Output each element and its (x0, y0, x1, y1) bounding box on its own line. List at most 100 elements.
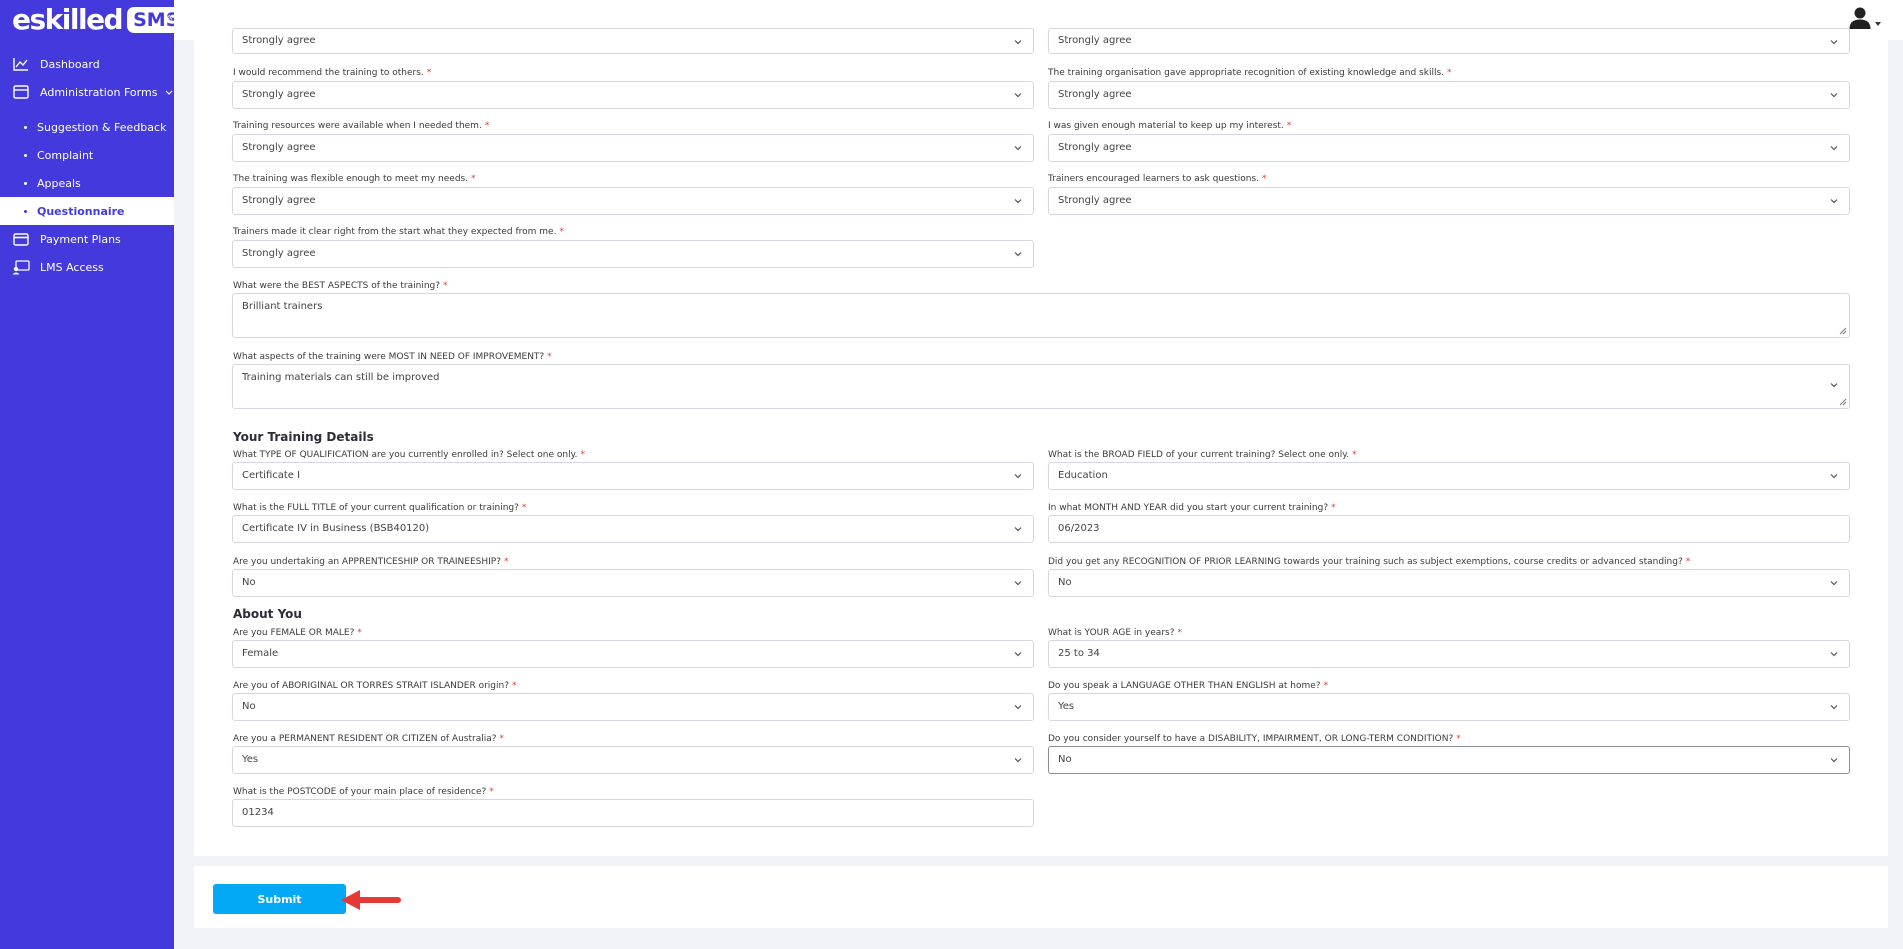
label-language: Do you speak a LANGUAGE OTHER THAN ENGLI… (1048, 681, 1329, 691)
sidebar-item-label: Administration Forms (40, 85, 158, 99)
select-value: Strongly agree (242, 142, 316, 153)
select-value: Strongly agree (1058, 195, 1132, 206)
caret-down-icon (1875, 11, 1881, 30)
sidebar-subitem-complaint[interactable]: Complaint (0, 141, 174, 169)
chevron-down-icon (1014, 40, 1022, 45)
select-top-left[interactable]: Strongly agree (232, 28, 1034, 54)
select-value: Strongly agree (242, 89, 316, 100)
bullet-icon (24, 181, 27, 185)
sidebar-subitem-suggestion-feedback[interactable]: Suggestion & Feedback (0, 113, 174, 141)
select-apprenticeship[interactable]: No (232, 569, 1034, 597)
select-language[interactable]: Yes (1048, 693, 1850, 721)
select-recognition[interactable]: Strongly agree (1048, 81, 1850, 109)
sidebar-item-lms-access[interactable]: LMS Access (0, 253, 174, 281)
select-value: Female (242, 648, 279, 659)
select-disability[interactable]: No (1048, 746, 1850, 774)
textarea-best-aspects[interactable]: Brilliant trainers (232, 293, 1850, 338)
select-resident[interactable]: Yes (232, 746, 1034, 774)
select-resources[interactable]: Strongly agree (232, 134, 1034, 162)
sidebar: eskilled SMS « Dashboard Administration … (0, 0, 186, 949)
select-value: Yes (1058, 701, 1075, 712)
label-clear: Trainers made it clear right from the st… (233, 227, 564, 237)
sidebar-item-dashboard[interactable]: Dashboard (0, 50, 174, 78)
section-title-training-details: Your Training Details (233, 430, 374, 444)
textarea-improvement[interactable]: Training materials can still be improved (232, 364, 1850, 409)
resize-grip-icon[interactable] (1838, 397, 1847, 406)
label-age: What is YOUR AGE in years? * (1048, 628, 1182, 638)
sidebar-subitem-label: Questionnaire (37, 204, 125, 218)
sidebar-subitem-label: Complaint (37, 148, 94, 162)
select-value: Education (1058, 470, 1108, 481)
chevron-down-icon (1014, 652, 1022, 657)
select-value: Strongly agree (1058, 142, 1132, 153)
chevron-down-icon (1830, 758, 1838, 763)
sidebar-subitem-appeals[interactable]: Appeals (0, 169, 174, 197)
label-improvement: What aspects of the training were MOST I… (233, 352, 552, 362)
chevron-down-icon (1830, 581, 1838, 586)
label-rpl: Did you get any RECOGNITION OF PRIOR LEA… (1048, 557, 1691, 567)
chevron-down-icon (1830, 93, 1838, 98)
select-value: No (242, 577, 256, 588)
label-best-aspects: What were the BEST ASPECTS of the traini… (233, 281, 448, 291)
chevron-down-icon (1830, 40, 1838, 45)
select-broad-field[interactable]: Education (1048, 462, 1850, 490)
user-menu[interactable] (1848, 6, 1881, 34)
select-qualification-type[interactable]: Certificate I (232, 462, 1034, 490)
select-flexible[interactable]: Strongly agree (232, 187, 1034, 215)
select-recommend[interactable]: Strongly agree (232, 81, 1034, 109)
select-value: Yes (242, 754, 259, 765)
textarea-value: Brilliant trainers (242, 301, 323, 312)
submit-card (194, 866, 1888, 928)
bullet-icon (24, 125, 27, 129)
select-gender[interactable]: Female (232, 640, 1034, 668)
brand-logo[interactable]: eskilled SMS (12, 3, 186, 36)
start-date-input[interactable]: 06/2023 (1048, 515, 1850, 543)
chevron-down-icon (1014, 93, 1022, 98)
chevron-down-icon (1830, 705, 1838, 710)
chevron-down-icon (1014, 581, 1022, 586)
input-value: 01234 (242, 807, 274, 818)
chevron-down-icon (1014, 705, 1022, 710)
chevron-down-icon (1830, 652, 1838, 657)
postcode-input[interactable]: 01234 (232, 799, 1034, 827)
label-resident: Are you a PERMANENT RESIDENT OR CITIZEN … (233, 734, 505, 744)
sidebar-item-administration-forms[interactable]: Administration Forms (0, 78, 174, 106)
label-apprenticeship: Are you undertaking an APPRENTICESHIP OR… (233, 557, 509, 567)
chevron-down-icon (1014, 758, 1022, 763)
textarea-value: Training materials can still be improved (242, 372, 440, 383)
label-material: I was given enough material to keep up m… (1048, 121, 1292, 131)
chevron-down-icon (1014, 474, 1022, 479)
select-material[interactable]: Strongly agree (1048, 134, 1850, 162)
select-value: No (1058, 577, 1072, 588)
monitor-user-icon (12, 258, 30, 276)
select-value: Strongly agree (1058, 35, 1132, 46)
select-value: Strongly agree (1058, 89, 1132, 100)
select-value: Certificate I (242, 470, 301, 481)
sidebar-item-label: Dashboard (40, 57, 100, 71)
brand-name: eskilled (12, 3, 124, 36)
resize-grip-icon[interactable] (1838, 326, 1847, 335)
sidebar-item-payment-plans[interactable]: Payment Plans (0, 225, 174, 253)
credit-card-icon (12, 230, 30, 248)
select-value: 25 to 34 (1058, 648, 1100, 659)
label-resources: Training resources were available when I… (233, 121, 490, 131)
input-value: 06/2023 (1058, 523, 1100, 534)
select-age[interactable]: 25 to 34 (1048, 640, 1850, 668)
label-recognition: The training organisation gave appropria… (1048, 68, 1452, 78)
chevron-down-icon (1014, 252, 1022, 257)
select-value: Certificate IV in Business (BSB40120) (242, 523, 430, 534)
select-value: Strongly agree (242, 248, 316, 259)
chevron-down-icon (1014, 146, 1022, 151)
sidebar-subitem-questionnaire[interactable]: Questionnaire (0, 197, 174, 225)
submit-button[interactable]: Submit (213, 884, 346, 914)
select-rpl[interactable]: No (1048, 569, 1850, 597)
sidebar-subitem-label: Appeals (37, 176, 81, 190)
select-clear[interactable]: Strongly agree (232, 240, 1034, 268)
select-top-right[interactable]: Strongly agree (1048, 28, 1850, 54)
chart-line-icon (12, 55, 30, 73)
select-encouraged[interactable]: Strongly agree (1048, 187, 1850, 215)
select-aboriginal[interactable]: No (232, 693, 1034, 721)
select-full-title[interactable]: Certificate IV in Business (BSB40120) (232, 515, 1034, 543)
chevron-down-icon (1830, 474, 1838, 479)
red-pointer-arrow-icon (341, 890, 401, 910)
